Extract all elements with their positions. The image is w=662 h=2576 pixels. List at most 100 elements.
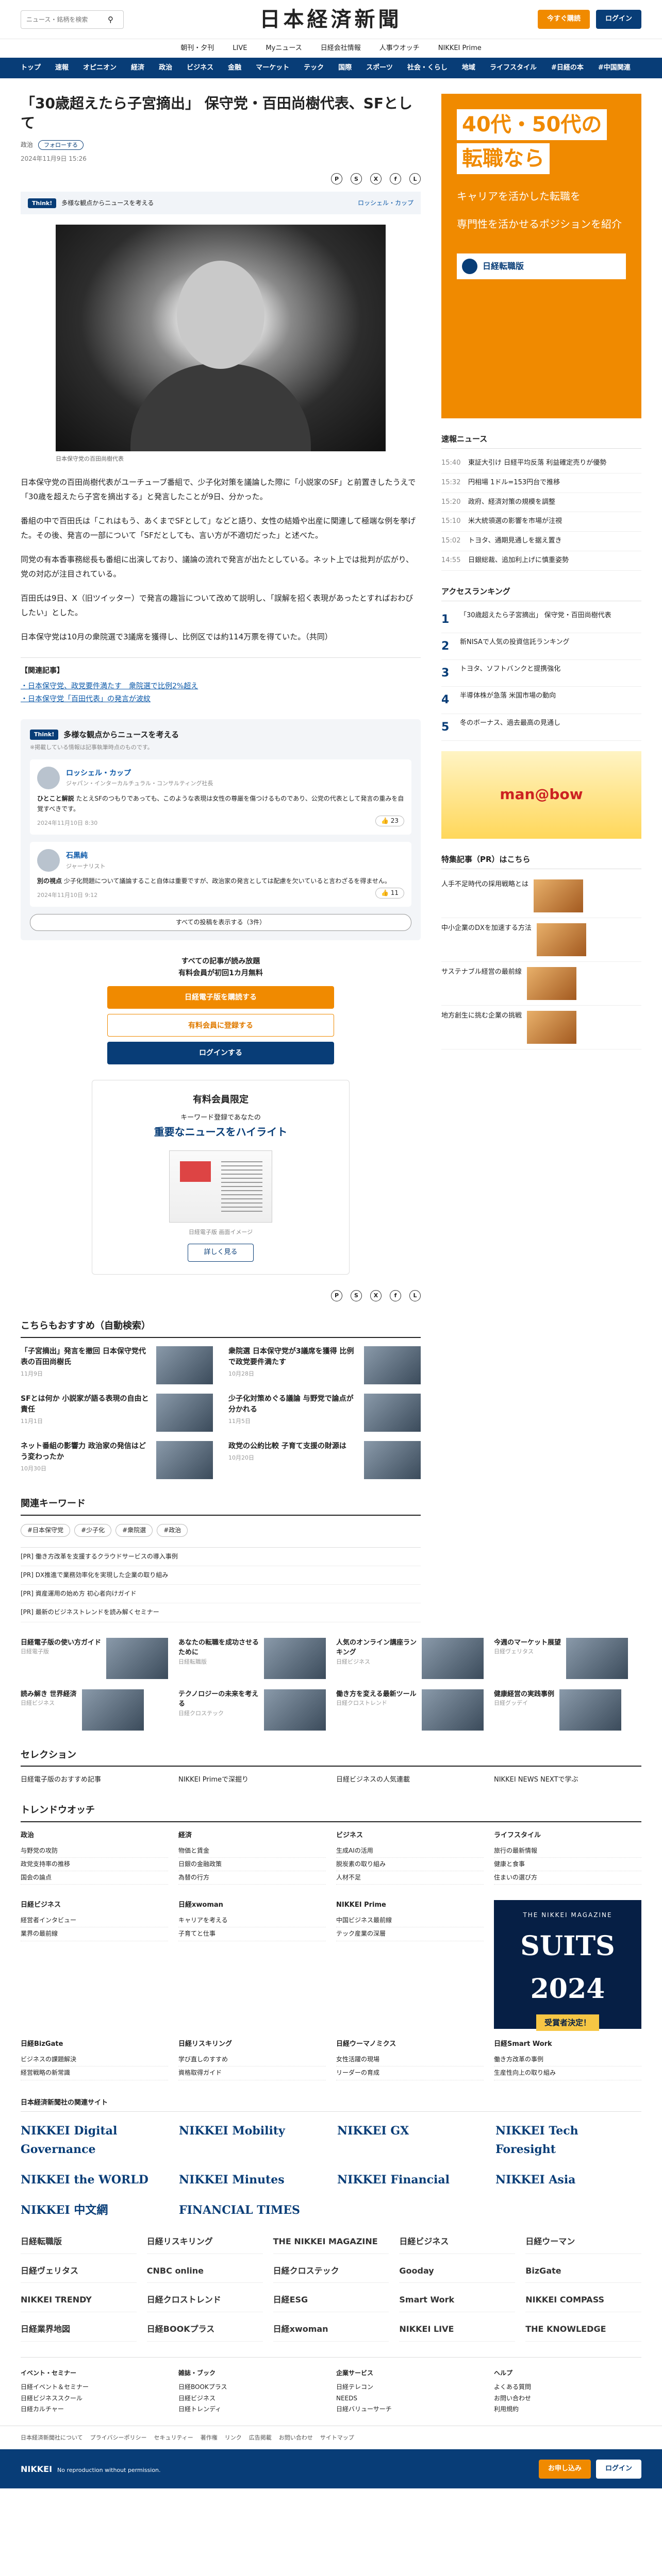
footer-link[interactable]: 利用規約 (494, 2404, 641, 2415)
trend-link[interactable]: 政党支持率の推移 (21, 1858, 168, 1872)
news-item[interactable]: 15:32 円相場 1ドル=153円台で推移 (441, 473, 641, 493)
article-section[interactable]: 政治 (21, 140, 33, 150)
search-box[interactable]: ⚲ (21, 10, 124, 29)
related-site-logo[interactable]: NIKKEI Asia (495, 2171, 641, 2189)
group-heading[interactable]: 日経ウーマノミクス (336, 2039, 484, 2050)
group-heading[interactable]: 日経ビジネス (21, 1900, 168, 1911)
suits-ad-banner[interactable]: THE NIKKEI MAGAZINE SUITS 2024 受賞者決定！ (494, 1900, 641, 2031)
footer-bottom-link[interactable]: 日本経済新聞社について (21, 2433, 83, 2443)
group-link[interactable]: 子育てと仕事 (178, 1927, 326, 1941)
group-heading[interactable]: 日経リスキリング (178, 2039, 326, 2050)
footer-link[interactable]: 日経バリューサーチ (336, 2404, 484, 2415)
pick-card[interactable]: 読み解き 世界経済 日経ビジネス (21, 1689, 168, 1731)
trend-heading[interactable]: 経済 (178, 1831, 326, 1841)
footer-bottom-link[interactable]: サイトマップ (320, 2433, 354, 2443)
search-input[interactable] (26, 15, 104, 23)
nav-item[interactable]: 経済 (131, 63, 144, 74)
subnav-item[interactable]: 日経会社情報 (321, 43, 361, 54)
brand-logo[interactable]: 日経ヴェリタス (21, 2264, 137, 2283)
related-site-logo[interactable]: NIKKEI Digital Governance (21, 2122, 167, 2158)
group-link[interactable]: 経営戦略の新常識 (21, 2066, 168, 2080)
share-facebook-icon[interactable]: f (390, 173, 401, 185)
share-x-icon[interactable]: X (370, 173, 382, 185)
footer-link[interactable]: 日経ビジネス (178, 2393, 326, 2404)
footer-link[interactable]: 日経カルチャー (21, 2404, 168, 2415)
nav-item[interactable]: 社会・くらし (407, 63, 448, 74)
pr-link[interactable]: [PR] 最新のビジネストレンドを読み解くセミナー (21, 1603, 421, 1622)
pick-card[interactable]: 健康経営の実践事例 日経グッデイ (494, 1689, 641, 1731)
group-link[interactable]: 経営者インタビュー (21, 1914, 168, 1928)
group-link[interactable]: 学び直しのすすめ (178, 2053, 326, 2067)
group-link[interactable]: キャリアを考える (178, 1914, 326, 1928)
nav-item[interactable]: ライフスタイル (490, 63, 537, 74)
trend-link[interactable]: 生成AIの活用 (336, 1844, 484, 1858)
brand-logo[interactable]: THE KNOWLEDGE (525, 2323, 641, 2342)
related-site-logo[interactable]: NIKKEI Financial (337, 2171, 483, 2189)
share-x-icon[interactable]: X (370, 1290, 382, 1302)
nav-item[interactable]: オピニオン (83, 63, 117, 74)
news-item[interactable]: 15:10 米大統領選の影響を市場が注視 (441, 512, 641, 532)
group-link[interactable]: 女性活躍の現場 (336, 2053, 484, 2067)
recommend-item[interactable]: 「子宮摘出」発言を撤回 日本保守党代表の百田尚樹氏 11月9日 (21, 1346, 213, 1384)
footer-link[interactable]: 日経テレコン (336, 2382, 484, 2393)
pick-card[interactable]: 働き方を変える最新ツール 日経クロストレンド (336, 1689, 484, 1731)
keyword-tag[interactable]: #日本保守党 (21, 1523, 71, 1537)
nav-item[interactable]: スポーツ (366, 63, 393, 74)
brand-logo[interactable]: NIKKEI COMPASS (525, 2293, 641, 2312)
trend-link[interactable]: 与野党の攻防 (21, 1844, 168, 1858)
footer-link[interactable]: 日経ビジネススクール (21, 2393, 168, 2404)
recommend-item[interactable]: ネット番組の影響力 政治家の発信はどう変わったか 10月30日 (21, 1440, 213, 1479)
footer-bottom-link[interactable]: セキュリティー (154, 2433, 193, 2443)
footer-link[interactable]: 日経BOOKプラス (178, 2382, 326, 2393)
recommend-item[interactable]: 少子化対策めぐる議論 与野党で論点が分かれる 11月5日 (228, 1393, 421, 1432)
selection-item[interactable]: 日経電子版のおすすめ記事 (21, 1775, 168, 1786)
related-site-logo[interactable]: NIKKEI Mobility (179, 2122, 325, 2158)
rank-item[interactable]: 3 トヨタ、ソフトバンクと提携強化 (441, 660, 641, 687)
brand-logo[interactable]: 日経クロストレンド (146, 2293, 263, 2312)
nav-item[interactable]: 地域 (462, 63, 475, 74)
side-ad-career[interactable]: 40代・50代の 転職なら キャリアを活かした転職を 専門性を活かせるポジション… (441, 94, 641, 418)
rank-item[interactable]: 2 新NISAで人気の投資信託ランキング (441, 633, 641, 660)
share-link-icon[interactable]: L (409, 173, 421, 185)
related-site-logo[interactable]: NIKKEI the WORLD (21, 2171, 167, 2189)
pr-item[interactable]: サステナブル経営の最前線 (441, 962, 641, 1006)
nav-item[interactable]: 政治 (159, 63, 172, 74)
pick-card[interactable]: 今週のマーケット展望 日経ヴェリタス (494, 1637, 641, 1679)
footer-bottom-link[interactable]: 著作権 (201, 2433, 218, 2443)
footer-link[interactable]: 日経トレンディ (178, 2404, 326, 2415)
trend-link[interactable]: 為替の行方 (178, 1871, 326, 1885)
brand-logo[interactable]: 日経クロステック (273, 2264, 389, 2283)
related-site-logo[interactable]: NIKKEI Minutes (179, 2171, 325, 2189)
trend-heading[interactable]: ライフスタイル (494, 1831, 641, 1841)
recommend-item[interactable]: 政党の公約比較 子育て支援の財源は 10月20日 (228, 1440, 421, 1479)
brand-logo[interactable]: BizGate (525, 2264, 641, 2283)
pr-item[interactable]: 地方創生に挑む企業の挑戦 (441, 1006, 641, 1049)
brand-logo[interactable]: 日経BOOKプラス (146, 2323, 263, 2342)
share-facebook-icon[interactable]: f (390, 1290, 401, 1302)
group-heading[interactable]: 日経BizGate (21, 2039, 168, 2050)
brand-logo[interactable]: CNBC online (146, 2264, 263, 2283)
group-link[interactable]: ビジネスの課題解決 (21, 2053, 168, 2067)
pr-item[interactable]: 中小企業のDXを加速する方法 (441, 918, 641, 962)
login-button[interactable]: ログイン (595, 10, 641, 29)
footer-link[interactable]: よくある質問 (494, 2382, 641, 2393)
trend-link[interactable]: 住まいの選び方 (494, 1871, 641, 1885)
brand-logo[interactable]: 日経ウーマン (525, 2235, 641, 2254)
brand-logo[interactable]: 日経xwoman (273, 2323, 389, 2342)
keyword-tag[interactable]: #政治 (157, 1523, 188, 1537)
site-logo[interactable]: 日本経済新聞 (259, 3, 402, 36)
subnav-item[interactable]: LIVE (233, 43, 247, 54)
rank-item[interactable]: 4 半導体株が急落 米国市場の動向 (441, 687, 641, 714)
trend-link[interactable]: 物価と賃金 (178, 1844, 326, 1858)
pick-card[interactable]: 日経電子版の使い方ガイド 日経電子版 (21, 1637, 168, 1679)
like-button[interactable]: 👍 11 (375, 887, 404, 899)
show-all-comments-button[interactable]: すべての投稿を表示する（3件） (30, 914, 411, 931)
group-link[interactable]: 生産性向上の取り組み (494, 2066, 641, 2080)
brand-logo[interactable]: NIKKEI TRENDY (21, 2293, 137, 2312)
nav-item[interactable]: 金融 (228, 63, 241, 74)
pick-card[interactable]: テクノロジーの未来を考える 日経クロステック (178, 1689, 326, 1731)
print-icon[interactable]: P (331, 1290, 342, 1302)
footer-bottom-link[interactable]: 広告掲載 (249, 2433, 272, 2443)
share-link-icon[interactable]: L (409, 1290, 421, 1302)
recommend-item[interactable]: 衆院選 日本保守党が3議席を獲得 比例で政党要件満たす 10月28日 (228, 1346, 421, 1384)
